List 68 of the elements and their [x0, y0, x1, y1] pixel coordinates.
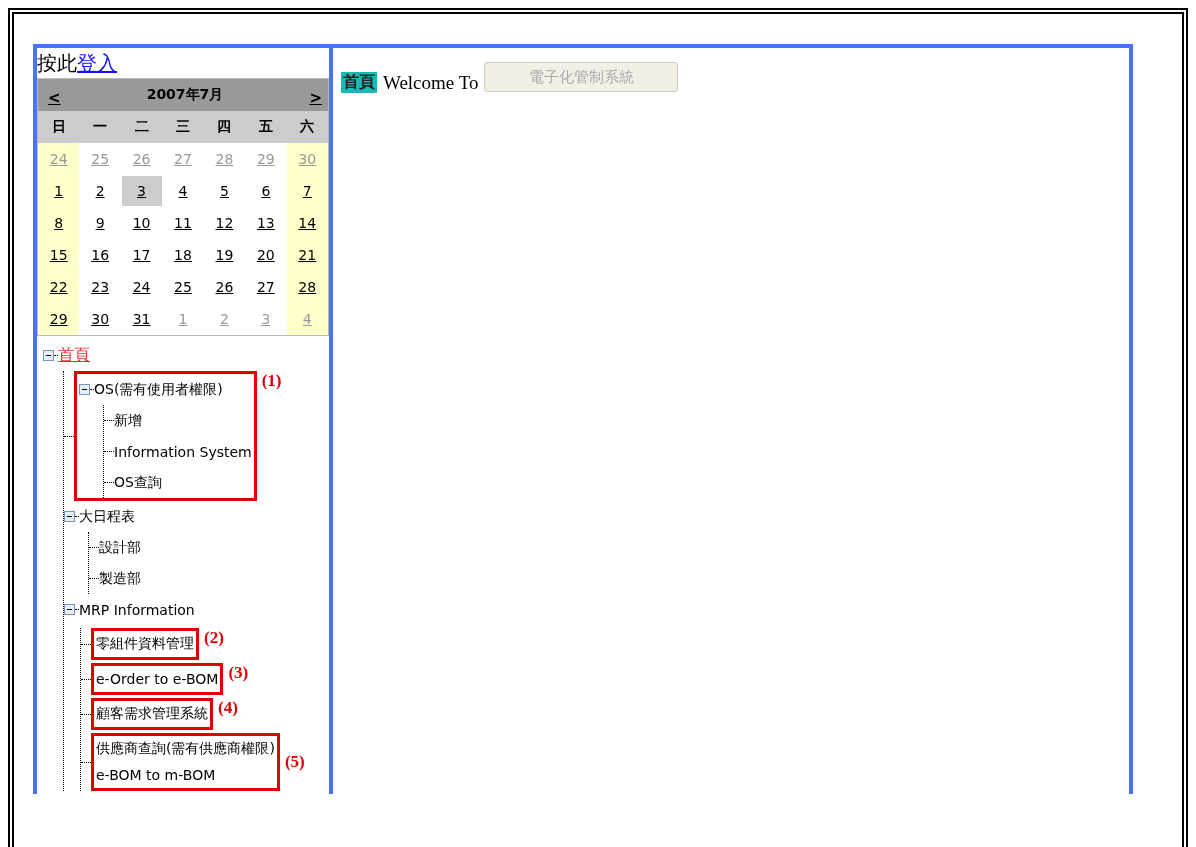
tree-item[interactable]: 製造部	[99, 569, 141, 588]
callout-label: (3)	[228, 663, 249, 683]
collapse-icon[interactable]	[43, 350, 54, 361]
weekday-header: 日	[38, 111, 80, 143]
calendar-day[interactable]: 19	[215, 247, 234, 263]
calendar-day[interactable]: 25	[174, 279, 192, 295]
calendar-day[interactable]: 10	[132, 215, 151, 231]
tree-item[interactable]: 設計部	[99, 538, 141, 557]
weekday-header: 一	[79, 111, 121, 143]
tree-item[interactable]: 大日程表	[79, 507, 135, 526]
calendar-day[interactable]: 11	[174, 215, 192, 231]
calendar-day[interactable]: 18	[174, 247, 192, 263]
previous-month-link[interactable]: <	[48, 83, 61, 107]
tree-item[interactable]: 顧客需求管理系統	[96, 705, 208, 723]
calendar-day[interactable]: 13	[256, 215, 275, 231]
calendar-day[interactable]: 14	[298, 215, 317, 231]
tree-item[interactable]: e-Order to e-BOM	[96, 671, 219, 687]
calendar-day[interactable]: 21	[298, 247, 317, 263]
login-prompt: 按此	[37, 50, 77, 77]
calendar-day[interactable]: 22	[49, 279, 68, 295]
login-link[interactable]: 登入	[77, 48, 117, 78]
tree-item[interactable]: 首頁	[58, 345, 90, 366]
calendar-day[interactable]: 4	[178, 183, 188, 199]
weekday-header: 二	[120, 111, 163, 143]
tree-item[interactable]: OS查詢	[114, 473, 162, 492]
callout-label: (2)	[204, 628, 224, 648]
calendar-day[interactable]: 15	[49, 247, 68, 263]
home-badge: 首頁	[341, 72, 377, 93]
collapse-icon[interactable]	[64, 604, 75, 615]
tree-item[interactable]: 新增	[114, 411, 142, 430]
calendar-day[interactable]: 20	[256, 247, 275, 263]
calendar-day[interactable]: 26	[215, 279, 234, 295]
calendar-day[interactable]: 5	[219, 183, 229, 199]
tree-item[interactable]: 供應商查詢(需有供應商權限)	[96, 740, 275, 758]
calendar-day[interactable]: 3	[121, 176, 162, 206]
collapse-icon[interactable]	[64, 511, 75, 522]
calendar-day[interactable]: 16	[91, 247, 110, 263]
calendar-day[interactable]: 30	[91, 311, 110, 327]
calendar-day[interactable]: 7	[302, 183, 312, 199]
tree-item[interactable]: e-BOM to m-BOM	[96, 767, 216, 783]
tree-item[interactable]: Information System	[114, 443, 252, 460]
calendar-day[interactable]: 17	[132, 247, 151, 263]
calendar-day[interactable]: 27	[256, 279, 275, 295]
calendar-day[interactable]: 9	[95, 215, 105, 231]
weekday-header: 三	[162, 111, 204, 143]
callout-label: (5)	[284, 752, 305, 772]
calendar-day[interactable]: 2	[95, 183, 105, 199]
calendar-day[interactable]: 6	[261, 183, 271, 199]
tree-item[interactable]: 零組件資料管理	[96, 635, 194, 653]
calendar-day[interactable]: 28	[298, 279, 317, 295]
weekday-header: 四	[203, 111, 246, 143]
calendar-day[interactable]: 1	[54, 183, 64, 199]
calendar-day[interactable]: 23	[91, 279, 110, 295]
calendar-day[interactable]: 12	[215, 215, 234, 231]
tree-item[interactable]: OS(需有使用者權限)	[94, 380, 223, 399]
callout-label: (1)	[261, 371, 282, 391]
callout-label: (4)	[218, 698, 238, 718]
calendar-day[interactable]: 8	[54, 215, 64, 231]
weekday-header: 六	[286, 111, 328, 143]
next-month-link[interactable]: >	[309, 83, 322, 107]
calendar-day[interactable]: 31	[132, 311, 151, 327]
collapse-icon[interactable]	[79, 384, 90, 395]
calendar-day[interactable]: 29	[49, 311, 68, 327]
weekday-header: 五	[245, 111, 287, 143]
tree-item[interactable]: MRP Information	[79, 601, 195, 618]
welcome-text: Welcome To	[383, 72, 479, 94]
calendar-day[interactable]: 24	[132, 279, 151, 295]
calendar-title: 2007年7月	[146, 86, 224, 104]
